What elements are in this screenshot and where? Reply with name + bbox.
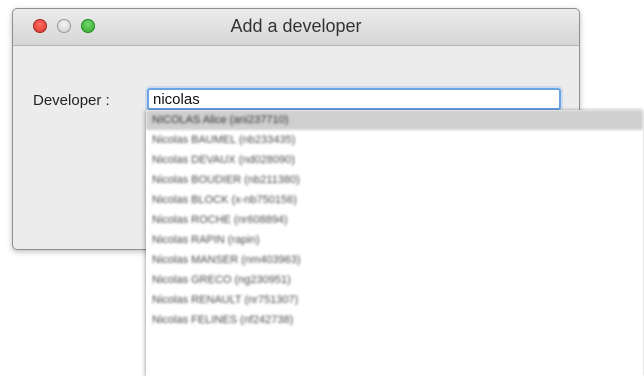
window-title: Add a developer [230, 16, 362, 36]
developer-input[interactable] [147, 88, 561, 110]
dropdown-item[interactable]: Nicolas BLOCK (x-nb750156) [146, 190, 643, 210]
autocomplete-dropdown[interactable]: NICOLAS Alice (ani237710) Nicolas BAUMEL… [146, 110, 643, 376]
dropdown-item[interactable]: Nicolas MANSER (nm403963) [146, 250, 643, 270]
title-bar[interactable]: Add a developer [13, 9, 579, 46]
dropdown-item[interactable]: Nicolas RAPIN (rapin) [146, 230, 643, 250]
dropdown-item[interactable]: Nicolas RENAULT (nr751307) [146, 290, 643, 310]
dropdown-item[interactable]: Nicolas DEVAUX (nd028090) [146, 150, 643, 170]
dropdown-item[interactable]: Nicolas BOUDIER (nb211380) [146, 170, 643, 190]
developer-label: Developer : [33, 92, 110, 109]
dropdown-item[interactable]: Nicolas ROCHE (nr608894) [146, 210, 643, 230]
dropdown-item[interactable]: Nicolas FELINES (nf242738) [146, 310, 643, 330]
dropdown-item[interactable]: Nicolas GRECO (ng230951) [146, 270, 643, 290]
dropdown-item-selected[interactable]: NICOLAS Alice (ani237710) [146, 110, 643, 130]
dropdown-item[interactable]: Nicolas BAUMEL (nb233435) [146, 130, 643, 150]
